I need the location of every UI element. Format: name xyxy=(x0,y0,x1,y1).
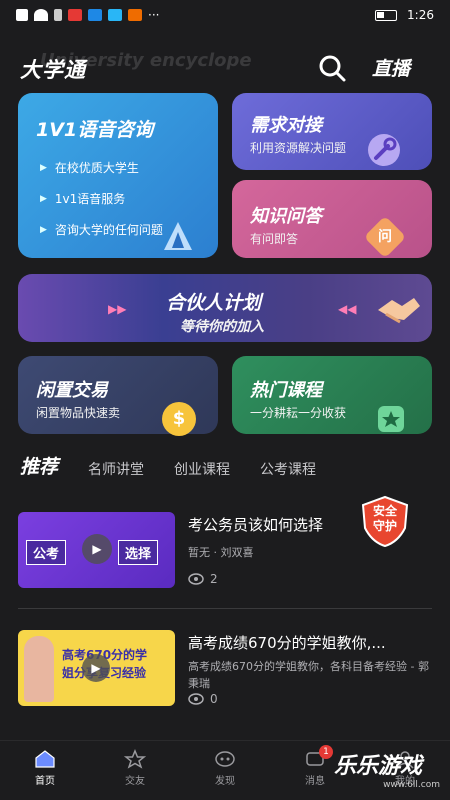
list-item: ▶ 1v1语音服务 xyxy=(40,190,163,207)
play-icon: ▶ xyxy=(82,534,112,564)
eye-icon xyxy=(188,693,204,705)
view-count: 2 xyxy=(188,572,218,586)
wifi-icon xyxy=(34,9,48,21)
partner-plan-subtitle: 等待你的加入 xyxy=(180,319,264,335)
home-icon xyxy=(35,750,55,768)
idle-trade-subtitle: 闲置物品快速卖 xyxy=(36,406,121,420)
more-notifications-icon: ··· xyxy=(148,8,160,22)
signal-icon xyxy=(16,9,28,21)
feature-text: 在校优质大学生 xyxy=(54,161,139,175)
tab-civil-exam-courses[interactable]: 公考课程 xyxy=(260,459,316,479)
app-title: 大学通 xyxy=(20,58,86,82)
eye-icon xyxy=(188,573,204,585)
status-time: 1:26 xyxy=(407,8,434,22)
play-icon: ▶ xyxy=(82,654,110,682)
course-thumbnail: 公考 选择 ▶ xyxy=(18,512,175,588)
status-bar: ··· 1:26 xyxy=(0,0,450,30)
hourglass-icon xyxy=(54,9,62,21)
coin-icon: $ xyxy=(162,402,196,436)
question-badge-icon: 问 xyxy=(363,215,407,259)
nav-home[interactable]: 首页 xyxy=(15,741,75,800)
mail-app-icon xyxy=(128,9,142,21)
arrows-right-icon: ◀◀ xyxy=(338,302,357,316)
status-icons: ··· xyxy=(16,8,159,22)
course-title: 考公务员该如何选择 xyxy=(188,516,324,534)
triangle-icon: ▶ xyxy=(40,224,47,235)
list-item: ▶ 咨询大学的任何问题 xyxy=(40,221,163,238)
triangle-icon: ▶ xyxy=(40,193,47,204)
app-header: University encyclope 大学通 直播 xyxy=(0,46,450,90)
tab-recommend[interactable]: 推荐 xyxy=(20,452,58,479)
thumbnail-text-left: 公考 xyxy=(26,540,67,565)
view-count-value: 2 xyxy=(210,572,218,586)
course-title: 高考成绩670分的学姐教你,... xyxy=(188,634,386,652)
voice-consult-features: ▶ 在校优质大学生 ▶ 1v1语音服务 ▶ 咨询大学的任何问题 xyxy=(40,159,163,252)
category-tabs: 推荐 名师讲堂 创业课程 公考课程 xyxy=(20,452,346,479)
hot-courses-subtitle: 一分耕耘一分收获 xyxy=(250,406,347,420)
tab-famous-teachers[interactable]: 名师讲堂 xyxy=(88,459,144,479)
view-count-value: 0 xyxy=(210,692,218,706)
app-notification-icon xyxy=(68,9,82,21)
nav-discover[interactable]: 发现 xyxy=(195,741,255,800)
demand-match-title: 需求对接 xyxy=(250,115,322,136)
demand-match-card[interactable]: 需求对接 利用资源解决问题 xyxy=(232,93,432,170)
browser-app-icon xyxy=(108,9,122,21)
feature-text: 1v1语音服务 xyxy=(54,192,126,206)
list-item: ▶ 在校优质大学生 xyxy=(40,159,163,176)
arrows-left-icon: ▶▶ xyxy=(108,302,127,316)
tab-startup-courses[interactable]: 创业课程 xyxy=(174,459,230,479)
star-icon xyxy=(378,406,404,432)
triangle-icon: ▶ xyxy=(40,162,47,173)
nav-messages-label: 消息 xyxy=(305,776,325,787)
idle-trade-title: 闲置交易 xyxy=(36,380,108,401)
student-illustration-icon xyxy=(24,636,54,702)
course-thumbnail: 高考670分的学 姐分享复习经验 ▶ xyxy=(18,630,175,706)
safe-badge-line1: 安全 xyxy=(372,504,397,518)
demand-match-subtitle: 利用资源解决问题 xyxy=(250,141,347,155)
hot-courses-title: 热门课程 xyxy=(250,380,322,401)
nav-discover-label: 发现 xyxy=(215,776,235,787)
knowledge-qa-subtitle: 有问即答 xyxy=(250,232,299,246)
microphone-icon xyxy=(164,222,192,250)
view-count: 0 xyxy=(188,692,218,706)
safe-badge-label: 安全 守护 xyxy=(358,504,412,534)
question-badge-text: 问 xyxy=(378,229,392,245)
search-icon[interactable] xyxy=(318,54,346,82)
friends-icon xyxy=(124,749,146,769)
wrench-icon xyxy=(368,134,400,166)
partner-plan-title: 合伙人计划 xyxy=(166,292,262,314)
thumbnail-text-right: 选择 xyxy=(118,540,159,565)
discover-icon xyxy=(215,751,235,767)
list-item[interactable]: 高考670分的学 姐分享复习经验 ▶ 高考成绩670分的学姐教你,... 高考成… xyxy=(18,630,432,710)
safe-badge-line2: 守护 xyxy=(372,519,397,533)
nav-home-label: 首页 xyxy=(35,776,55,787)
corner-watermark-small: www.6ll.com xyxy=(383,780,440,790)
knowledge-qa-card[interactable]: 知识问答 有问即答 xyxy=(232,180,432,258)
message-count-badge: 1 xyxy=(319,745,333,759)
corner-watermark: 乐乐游戏 www.6ll.com xyxy=(334,748,450,800)
handshake-icon xyxy=(378,298,420,324)
knowledge-qa-title: 知识问答 xyxy=(250,206,322,227)
course-desc: 高考成绩670分的学姐教你，各科目备考经验 - 郭秉瑞 xyxy=(188,660,429,690)
partner-plan-banner[interactable]: ▶▶ ◀◀ 合伙人计划 等待你的加入 xyxy=(18,274,432,342)
battery-icon xyxy=(375,9,398,21)
feature-text: 咨询大学的任何问题 xyxy=(54,223,163,237)
nav-friends-label: 交友 xyxy=(125,776,145,787)
search-app-icon xyxy=(88,9,102,21)
voice-consult-title: 1V1语音咨询 xyxy=(36,119,154,141)
divider xyxy=(18,608,432,609)
nav-friends[interactable]: 交友 xyxy=(105,741,165,800)
corner-watermark-big: 乐乐游戏 xyxy=(334,754,423,779)
live-button[interactable]: 直播 xyxy=(372,54,410,81)
